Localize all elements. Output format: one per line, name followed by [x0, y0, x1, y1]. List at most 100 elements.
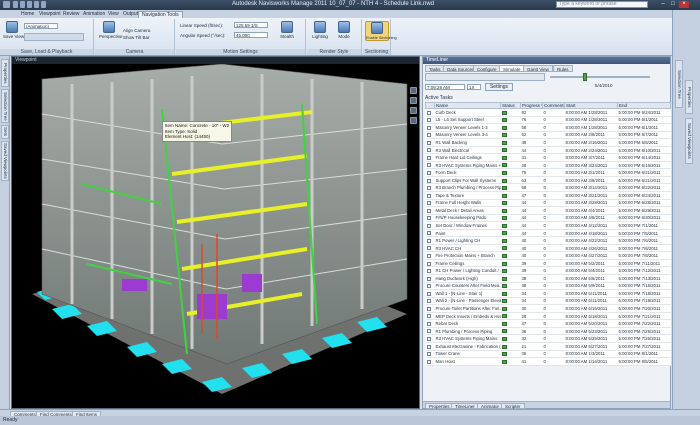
checkbox-icon[interactable] [426, 201, 431, 206]
checkbox-icon[interactable] [426, 171, 431, 175]
left-tab-properties[interactable]: Properties [1, 59, 9, 87]
table-row[interactable]: R1 Power / Lighting CH 40 0 8:00:00 AM 4/22… [425, 236, 671, 245]
table-row[interactable]: Rebar Deck 47 0 8:00:00 AM 5/20/2011 5:00:00… [425, 319, 671, 328]
lighting-button[interactable]: Lighting [310, 21, 330, 39]
checkbox-icon[interactable] [426, 208, 431, 213]
table-row[interactable]: Frame Ceilings 39 0 8:00:00 AM 5/2/2011 5:00… [425, 259, 671, 268]
table-row[interactable]: Masonry Veneer Levels 3-4 52 0 8:00:00 AM 2… [425, 131, 671, 140]
table-row[interactable]: Tape & Texture 47 0 8:00:00 AM 3/21/2011 5:0… [425, 191, 671, 200]
left-tab-selection-tree[interactable]: Selection Tree [1, 89, 9, 123]
table-row[interactable]: R3 HVAC CH 40 0 8:00:00 AM 4/26/2011 5:00:00… [425, 244, 671, 253]
row-checkbox[interactable] [425, 289, 435, 298]
table-row[interactable]: Man Hoist 41 0 8:00:00 AM 1/14/2011 5:00:00 … [425, 357, 671, 366]
left-tab-saved-viewpoints[interactable]: Saved Viewpoints [1, 141, 9, 181]
tab-home[interactable]: Home [18, 11, 37, 18]
right-tab-selection-tree[interactable]: Selection Tree [675, 60, 683, 108]
pan-icon[interactable] [410, 117, 417, 124]
table-row[interactable]: Procure Toilet Partitions After Fiel... 3… [425, 304, 671, 313]
undo-icon[interactable] [34, 1, 39, 8]
tab-rules[interactable]: Rules [553, 65, 573, 72]
table-row[interactable]: Fire Protection Mains + Branch 40 0 8:00:00… [425, 251, 671, 260]
row-checkbox[interactable] [425, 176, 435, 185]
table-row[interactable]: L5 - L6 Set Support Steel 76 0 8:00:00 AM 1… [425, 116, 671, 125]
open-icon[interactable] [20, 1, 25, 8]
animation-select[interactable]: (Animation) [24, 23, 58, 29]
row-checkbox[interactable] [425, 221, 435, 230]
right-tab-properties[interactable]: Properties [685, 80, 693, 114]
checkbox-icon[interactable] [426, 238, 431, 243]
table-row[interactable]: Tower Crane 36 0 8:00:00 AM 1/3/2011 5:00:00… [425, 350, 671, 359]
table-row[interactable]: R1 Plumbing / Process Piping 36 0 8:00:00 A… [425, 327, 671, 336]
row-checkbox[interactable] [425, 191, 435, 200]
checkbox-icon[interactable] [426, 148, 431, 153]
speed-select[interactable]: 1X [467, 84, 481, 90]
row-checkbox[interactable] [425, 259, 435, 268]
checkbox-icon[interactable] [426, 359, 431, 364]
right-tab-saved-viewpoints[interactable]: Saved Viewpoints [685, 118, 693, 164]
table-row[interactable]: Form Deck 75 0 8:00:00 AM 3/1/2011 5:00:00 P… [425, 168, 671, 177]
checkbox-icon[interactable] [426, 231, 431, 236]
table-row[interactable]: Wall 1 - [N-Line - Stair 1] 34 0 8:00:00 AM… [425, 289, 671, 298]
table-row[interactable]: Metal Deck / Detail Areas 44 0 8:00:00 AM 4… [425, 206, 671, 215]
checkbox-icon[interactable] [426, 314, 431, 319]
checkbox-icon[interactable] [426, 299, 431, 304]
checkbox-icon[interactable] [426, 352, 431, 357]
row-checkbox[interactable] [425, 251, 435, 260]
slider-handle[interactable] [583, 73, 587, 81]
row-checkbox[interactable] [425, 183, 435, 192]
col-comments[interactable]: Comments [542, 102, 565, 109]
checkbox-icon[interactable] [426, 110, 431, 115]
checkbox-icon[interactable] [426, 118, 431, 123]
table-row[interactable]: R1 CH Power / Lighting Conduit / ... 39 0 8… [425, 266, 671, 276]
checkbox-icon[interactable] [426, 140, 431, 145]
table-row[interactable]: Exhaust Mezzanine - Fabrication (Dr... 21… [425, 342, 671, 351]
tab-simulate[interactable]: Simulate [499, 65, 525, 72]
checkbox-icon[interactable] [426, 344, 431, 349]
enable-sectioning-button[interactable]: Enable Sectioning [365, 21, 397, 41]
table-row[interactable]: Support Clips For Wall Systems 63 0 8:00:00… [425, 176, 671, 185]
table-row[interactable]: R1 Wall Backing 49 0 8:00:00 AM 2/16/2011 5:… [425, 138, 671, 147]
row-checkbox[interactable] [425, 153, 435, 162]
row-checkbox[interactable] [425, 214, 435, 223]
table-row[interactable]: R3 HVAC Systems Piping Mains + ... 28 0 8:0… [425, 161, 671, 170]
close-icon[interactable]: × [679, 1, 689, 8]
mode-button[interactable]: Mode [334, 21, 354, 39]
table-row[interactable]: Frame Full Height Walls 44 0 8:00:00 AM 3/2… [425, 199, 671, 208]
row-checkbox[interactable] [425, 229, 435, 238]
simulation-slider[interactable] [550, 76, 650, 78]
row-checkbox[interactable] [425, 206, 435, 215]
table-row[interactable]: Curb Deck 82 0 8:00:00 AM 1/28/2011 5:00:00 … [425, 108, 671, 117]
angular-speed-input[interactable]: 45.000 [234, 32, 268, 38]
maximize-icon[interactable]: □ [668, 1, 678, 8]
navigation-bar-icon[interactable] [410, 87, 417, 94]
settings-button[interactable]: Settings [485, 83, 513, 91]
row-checkbox[interactable] [425, 327, 435, 336]
row-checkbox[interactable] [425, 168, 435, 177]
checkbox-icon[interactable] [426, 246, 431, 251]
row-checkbox[interactable] [425, 236, 435, 245]
row-checkbox[interactable] [425, 146, 435, 155]
table-row[interactable]: Paint 44 0 8:00:00 AM 4/18/2011 5:00:00 PM 7… [425, 229, 671, 238]
table-row[interactable]: F/N/P Housekeeping Pads 44 0 8:00:00 AM 4/8… [425, 214, 671, 223]
playback-buttons[interactable] [425, 73, 545, 81]
row-checkbox[interactable] [425, 266, 435, 276]
checkbox-icon[interactable] [426, 284, 431, 289]
table-row[interactable]: R3 Wall Electrical 44 0 8:00:00 AM 2/24/201… [425, 146, 671, 155]
table-row[interactable]: R3 Branch Plumbing / Process Piping 58 0 8:… [425, 183, 671, 192]
app-menu-icon[interactable] [3, 1, 10, 8]
row-checkbox[interactable] [425, 297, 435, 306]
building-model[interactable] [12, 64, 419, 408]
row-checkbox[interactable] [425, 357, 435, 366]
new-icon[interactable] [13, 1, 18, 8]
table-row[interactable]: R3 HVAC Systems Piping Mains 32 0 8:00:00 A… [425, 334, 671, 343]
row-checkbox[interactable] [425, 312, 435, 321]
checkbox-icon[interactable] [426, 125, 431, 130]
row-checkbox[interactable] [425, 319, 435, 328]
minimize-icon[interactable]: – [658, 1, 668, 8]
table-row[interactable]: Hang Ductwork (High) 38 0 8:00:00 AM 5/6/20… [425, 274, 671, 283]
row-checkbox[interactable] [425, 123, 435, 132]
row-checkbox[interactable] [425, 116, 435, 125]
row-checkbox[interactable] [425, 304, 435, 313]
table-row[interactable]: Set Door / Window Frames 44 0 8:00:00 AM 4/… [425, 221, 671, 230]
row-checkbox[interactable] [425, 282, 435, 291]
